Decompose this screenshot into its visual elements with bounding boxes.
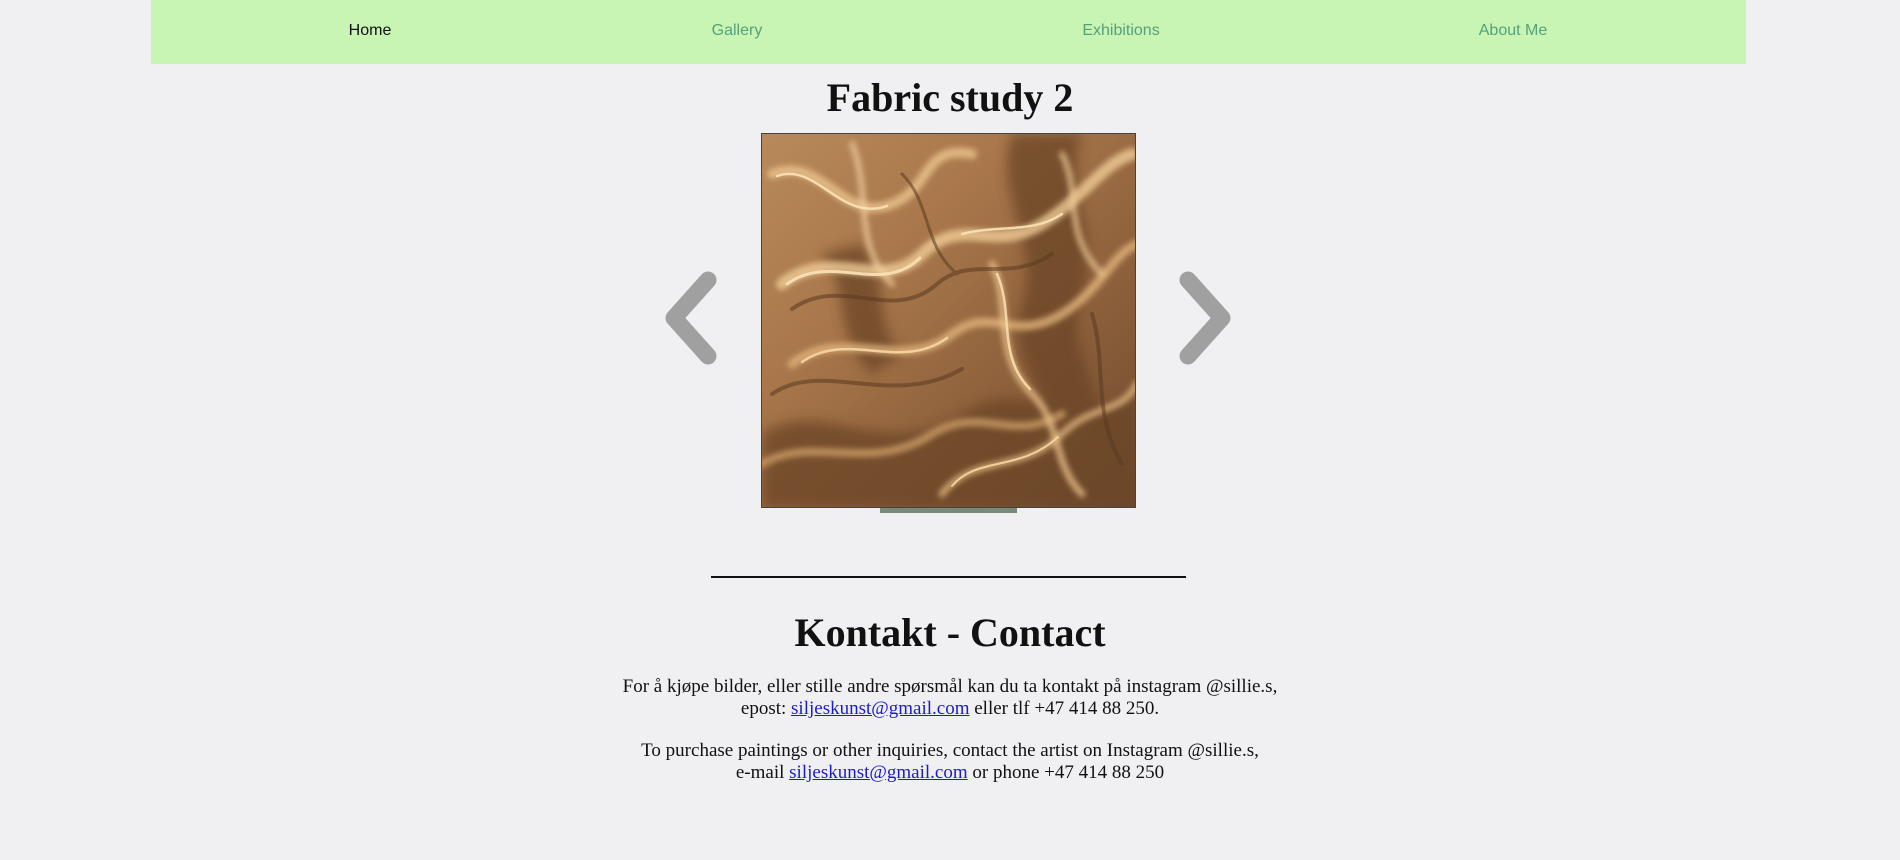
painting-image <box>761 133 1136 508</box>
nav-link-gallery[interactable]: Gallery <box>712 0 763 64</box>
contact-heading: Kontakt - Contact <box>794 610 1106 655</box>
painting-title: Fabric study 2 <box>826 75 1074 120</box>
nav-link-about-me[interactable]: About Me <box>1479 0 1547 64</box>
contact-text-english: To purchase paintings or other inquiries… <box>0 740 1900 784</box>
top-navbar: Home Gallery Exhibitions About Me <box>151 0 1746 64</box>
nav-link-exhibitions[interactable]: Exhibitions <box>1082 0 1159 64</box>
contact-no-phone: eller tlf +47 414 88 250. <box>969 698 1160 719</box>
chevron-left-icon[interactable] <box>656 268 726 368</box>
slide-indicator[interactable] <box>880 508 1017 513</box>
contact-en-phone: or phone +47 414 88 250 <box>967 762 1165 783</box>
chevron-right-icon[interactable] <box>1170 268 1240 368</box>
email-link-norwegian[interactable]: siljeskunst@gmail.com <box>791 698 969 719</box>
contact-no-line1: For å kjøpe bilder, eller stille andre s… <box>622 676 1278 697</box>
email-link-english[interactable]: siljeskunst@gmail.com <box>789 762 967 783</box>
contact-en-email-prefix: e-mail <box>735 762 790 783</box>
section-divider <box>711 576 1186 578</box>
contact-en-line1: To purchase paintings or other inquiries… <box>641 740 1259 761</box>
nav-link-home[interactable]: Home <box>349 0 392 64</box>
contact-no-email-prefix: epost: <box>740 698 792 719</box>
contact-text-norwegian: For å kjøpe bilder, eller stille andre s… <box>0 676 1900 720</box>
